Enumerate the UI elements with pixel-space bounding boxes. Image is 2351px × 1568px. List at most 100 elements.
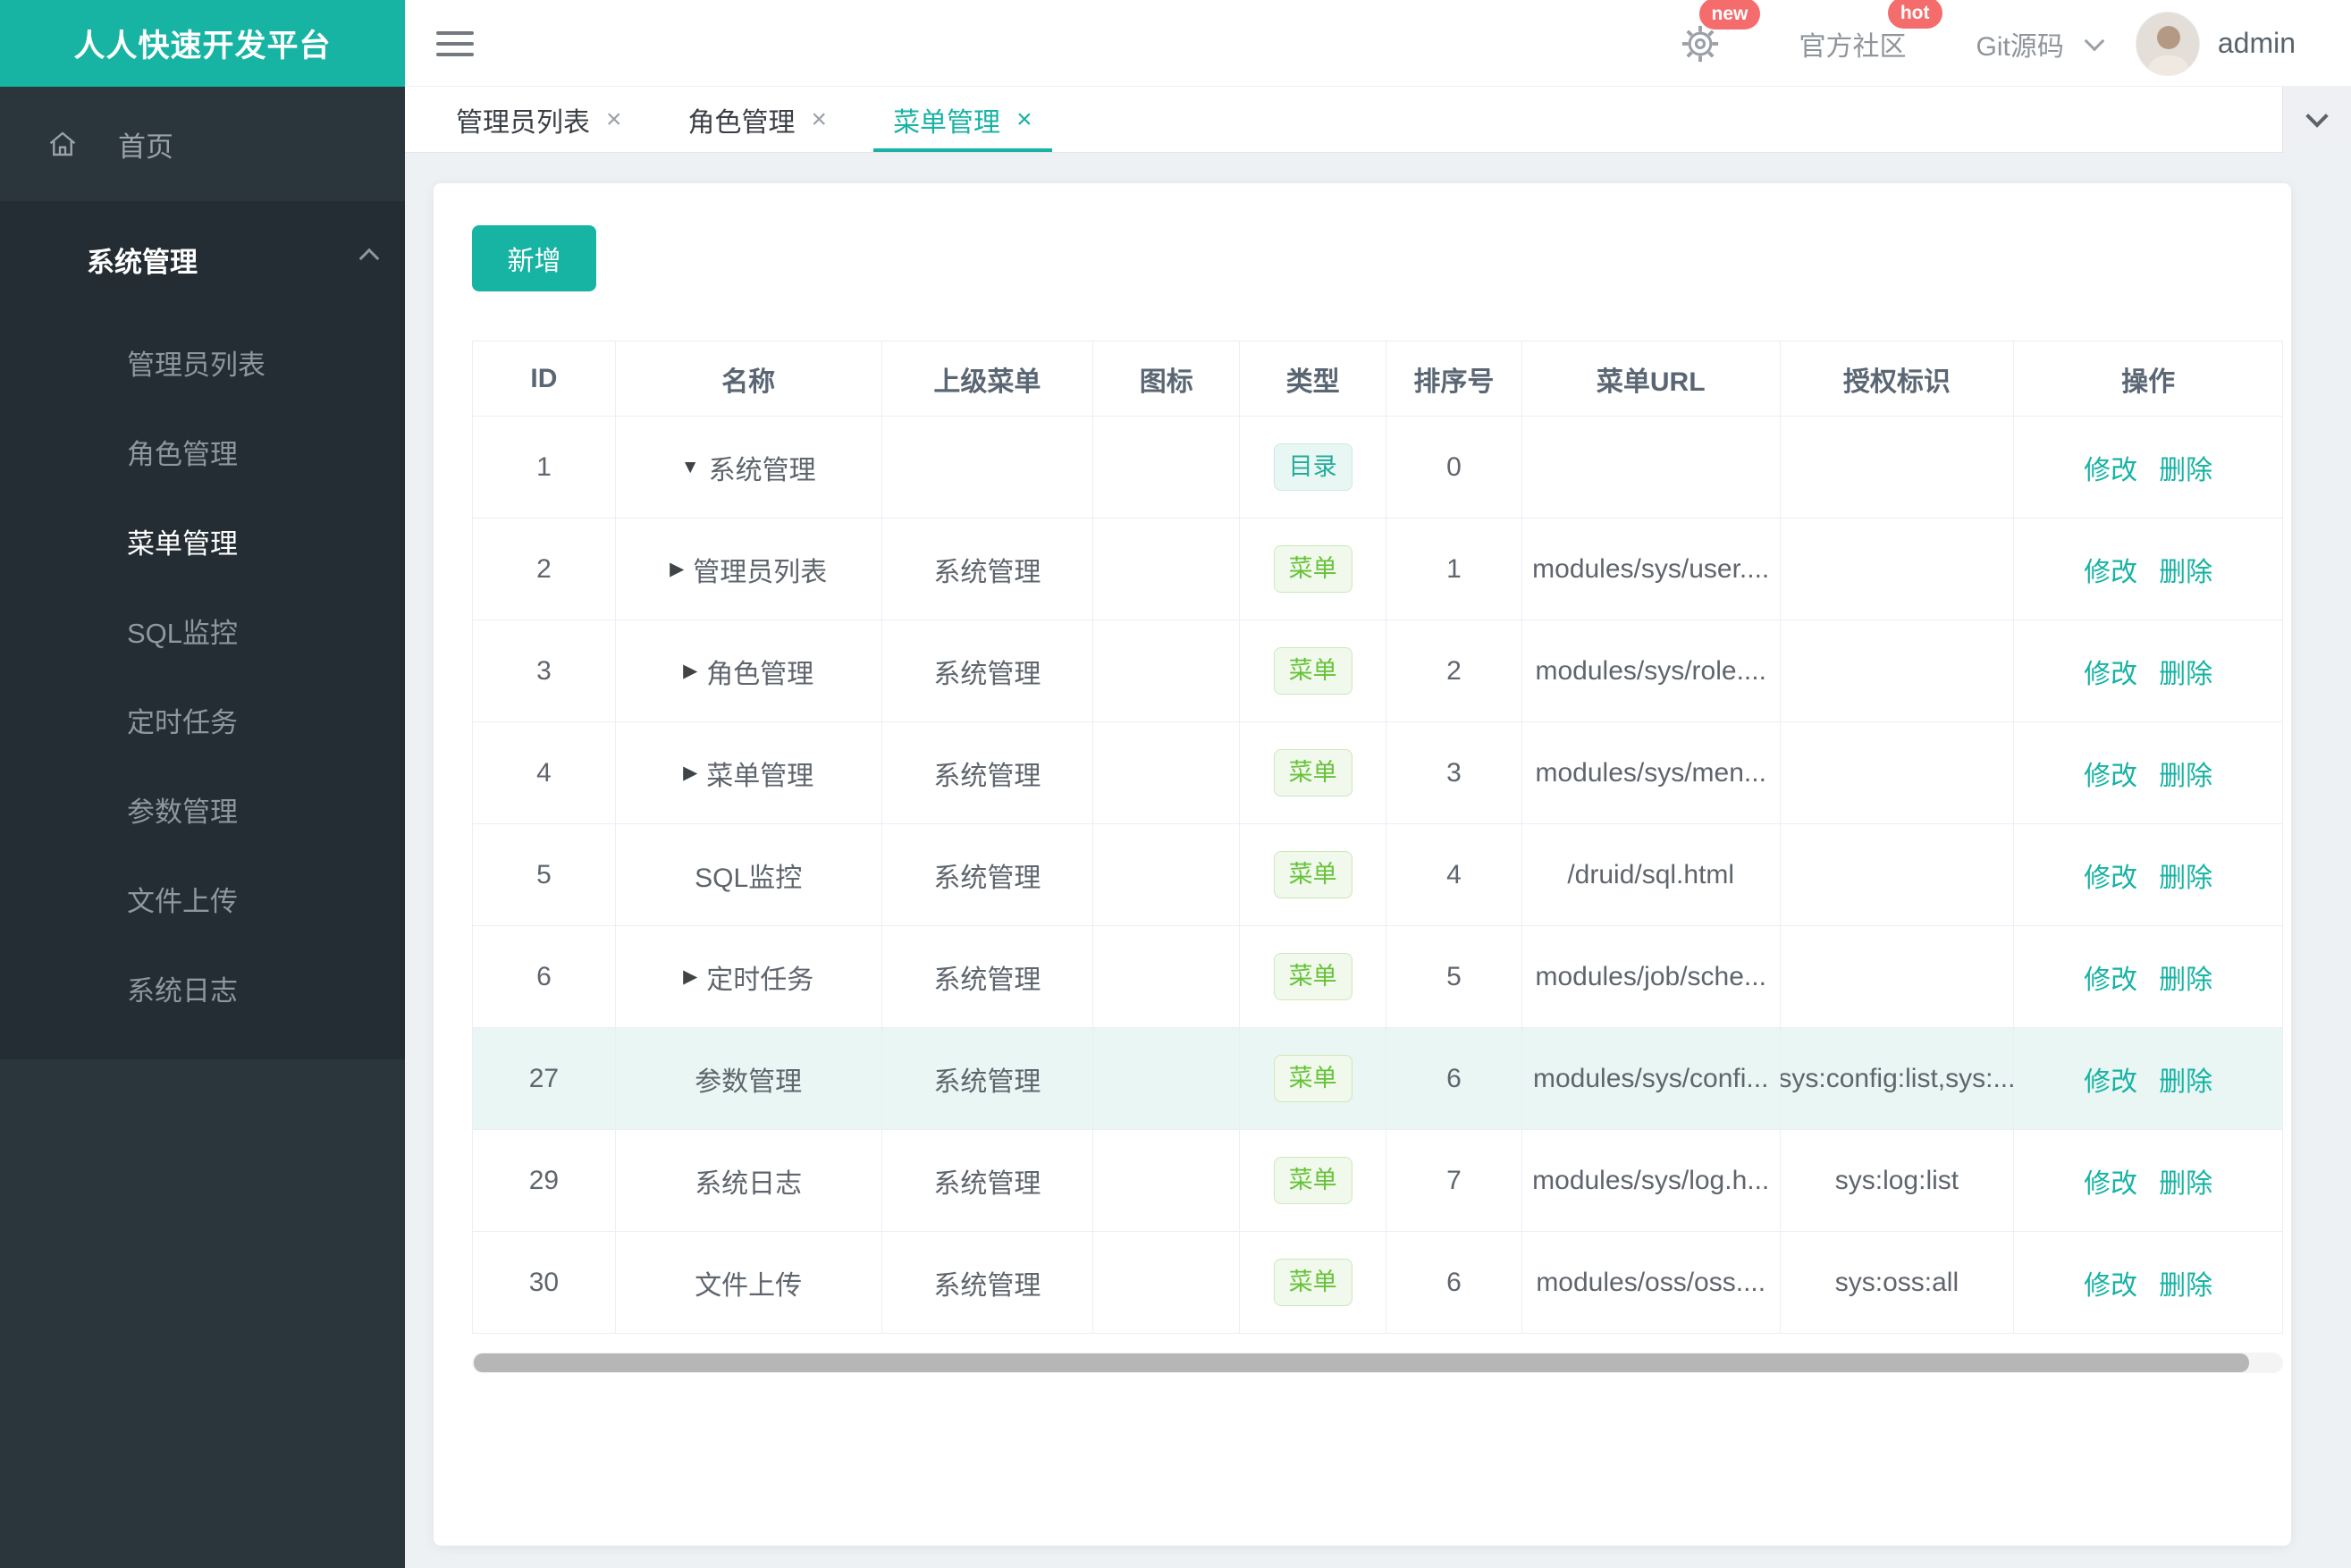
- delete-link[interactable]: 删除: [2159, 957, 2212, 997]
- edit-link[interactable]: 修改: [2084, 652, 2137, 691]
- edit-link[interactable]: 修改: [2084, 1059, 2137, 1099]
- delete-link[interactable]: 删除: [2159, 1263, 2212, 1302]
- cell-perms: [1781, 722, 2015, 823]
- cell-id: 29: [473, 1130, 616, 1231]
- close-icon[interactable]: ×: [1016, 105, 1032, 133]
- cell-menu-url: modules/oss/oss....: [1522, 1232, 1781, 1333]
- sidebar-item[interactable]: 管理员列表: [0, 317, 405, 407]
- menu-name-label: 文件上传: [695, 1270, 803, 1301]
- sidebar-item[interactable]: 参数管理: [0, 764, 405, 854]
- table-header-row: ID 名称 上级菜单 图标 类型 排序号 菜单URL 授权标识 操作: [473, 341, 2282, 417]
- cell-name: ▶ 菜单管理: [616, 722, 882, 823]
- tree-expand-icon[interactable]: ▶: [683, 660, 697, 682]
- menu-tag: 菜单: [1273, 545, 1352, 593]
- tree-expand-icon[interactable]: ▶: [683, 762, 697, 784]
- edit-link[interactable]: 修改: [2084, 754, 2137, 793]
- cell-actions: 修改 删除: [2014, 1130, 2282, 1231]
- delete-link[interactable]: 删除: [2159, 1059, 2212, 1099]
- cell-order: 5: [1386, 926, 1522, 1027]
- cell-icon: [1093, 824, 1241, 925]
- cell-parent-menu: 系统管理: [882, 620, 1094, 721]
- add-button[interactable]: 新增: [472, 225, 596, 291]
- cell-order: 7: [1386, 1130, 1522, 1231]
- menu-tag: 菜单: [1273, 749, 1352, 797]
- close-icon[interactable]: ×: [812, 105, 828, 133]
- user-avatar[interactable]: [2135, 11, 2200, 76]
- cell-perms: [1781, 620, 2015, 721]
- edit-link[interactable]: 修改: [2084, 957, 2137, 997]
- community-label: 官方社区: [1799, 31, 1907, 62]
- cell-parent-menu: 系统管理: [882, 926, 1094, 1027]
- edit-link[interactable]: 修改: [2084, 1263, 2137, 1302]
- cell-type: 菜单: [1240, 722, 1386, 823]
- sidebar-item[interactable]: 文件上传: [0, 854, 405, 943]
- sidebar-item-home[interactable]: 首页: [0, 87, 405, 201]
- tree-collapse-icon[interactable]: ▼: [681, 457, 700, 478]
- cell-perms: [1781, 518, 2015, 620]
- tab[interactable]: 角色管理 ×: [661, 87, 855, 152]
- tree-expand-icon[interactable]: ▶: [670, 558, 684, 580]
- sidebar-item[interactable]: SQL监控: [0, 586, 405, 675]
- tabs-dropdown-button[interactable]: [2282, 87, 2351, 153]
- sidebar-toggle-button[interactable]: [436, 27, 474, 61]
- community-link[interactable]: 官方社区 hot: [1799, 0, 1942, 63]
- tab[interactable]: 管理员列表 ×: [429, 87, 649, 152]
- cell-type: 菜单: [1240, 1232, 1386, 1333]
- horizontal-scrollbar-track[interactable]: [472, 1353, 2283, 1373]
- cell-menu-url: modules/sys/user....: [1522, 518, 1781, 620]
- delete-link[interactable]: 删除: [2159, 448, 2212, 487]
- close-icon[interactable]: ×: [606, 105, 622, 133]
- sidebar-item[interactable]: 角色管理: [0, 407, 405, 496]
- sidebar-item[interactable]: 定时任务: [0, 675, 405, 764]
- menu-management-panel: 新增 ID 名称 上级菜单 图标 类型 排序号 菜单URL 授权标识 操作 1 ▼ 系统管理 目录 0 修…: [434, 183, 2291, 1546]
- delete-link[interactable]: 删除: [2159, 1161, 2212, 1201]
- column-header: 上级菜单: [882, 341, 1094, 416]
- cell-parent-menu: 系统管理: [881, 1028, 1094, 1129]
- settings-button[interactable]: new: [1680, 0, 1761, 64]
- cell-parent-menu: 系统管理: [882, 518, 1094, 620]
- app-logo: 人人快速开发平台: [0, 0, 405, 87]
- chevron-up-icon: [358, 248, 380, 269]
- cell-parent-menu: [882, 417, 1094, 518]
- cell-type: 目录: [1240, 417, 1386, 518]
- sidebar-item-system-management[interactable]: 系统管理: [0, 201, 405, 317]
- sidebar-item[interactable]: 菜单管理: [0, 496, 405, 586]
- delete-link[interactable]: 删除: [2159, 754, 2212, 793]
- username-label[interactable]: admin: [2218, 27, 2296, 60]
- horizontal-scrollbar-thumb[interactable]: [474, 1353, 2249, 1372]
- menu-name-label: SQL监控: [695, 863, 803, 893]
- cell-perms: sys:log:list: [1781, 1130, 2015, 1231]
- menu-name-label: 系统日志: [695, 1168, 803, 1199]
- cell-icon: [1093, 518, 1241, 620]
- new-badge: new: [1698, 0, 1761, 30]
- cell-icon: [1093, 417, 1241, 518]
- directory-tag: 目录: [1273, 443, 1352, 491]
- git-source-link[interactable]: Git源码: [1976, 24, 2064, 63]
- edit-link[interactable]: 修改: [2084, 856, 2137, 895]
- sidebar-item[interactable]: 系统日志: [0, 943, 405, 1033]
- column-header: 菜单URL: [1522, 341, 1781, 416]
- main-content: 新增 ID 名称 上级菜单 图标 类型 排序号 菜单URL 授权标识 操作 1 ▼ 系统管理 目录 0 修…: [405, 153, 2351, 1568]
- tree-expand-icon[interactable]: ▶: [683, 965, 697, 988]
- tab-label: 管理员列表: [456, 107, 590, 138]
- cell-icon: [1093, 926, 1241, 1027]
- delete-link[interactable]: 删除: [2159, 550, 2212, 589]
- column-header: 授权标识: [1781, 341, 2015, 416]
- delete-link[interactable]: 删除: [2159, 652, 2212, 691]
- cell-actions: 修改 删除: [2014, 1028, 2282, 1129]
- chevron-down-icon[interactable]: [2084, 30, 2105, 51]
- cell-menu-url: modules/job/sche...: [1522, 926, 1781, 1027]
- sidebar-section-label: 系统管理: [87, 246, 198, 278]
- cell-perms: [1781, 417, 2015, 518]
- edit-link[interactable]: 修改: [2084, 550, 2137, 589]
- table-row: 30 文件上传 系统管理 菜单 6 modules/oss/oss.... sys:oss:…: [473, 1232, 2282, 1334]
- tab[interactable]: 菜单管理 ×: [866, 87, 1059, 152]
- tab-label: 菜单管理: [893, 107, 1001, 138]
- edit-link[interactable]: 修改: [2084, 448, 2137, 487]
- edit-link[interactable]: 修改: [2084, 1161, 2137, 1201]
- column-header: 操作: [2121, 367, 2176, 397]
- home-icon: [46, 128, 79, 160]
- cell-name: 文件上传: [616, 1232, 882, 1333]
- delete-link[interactable]: 删除: [2159, 856, 2212, 895]
- cell-id: 5: [473, 824, 616, 925]
